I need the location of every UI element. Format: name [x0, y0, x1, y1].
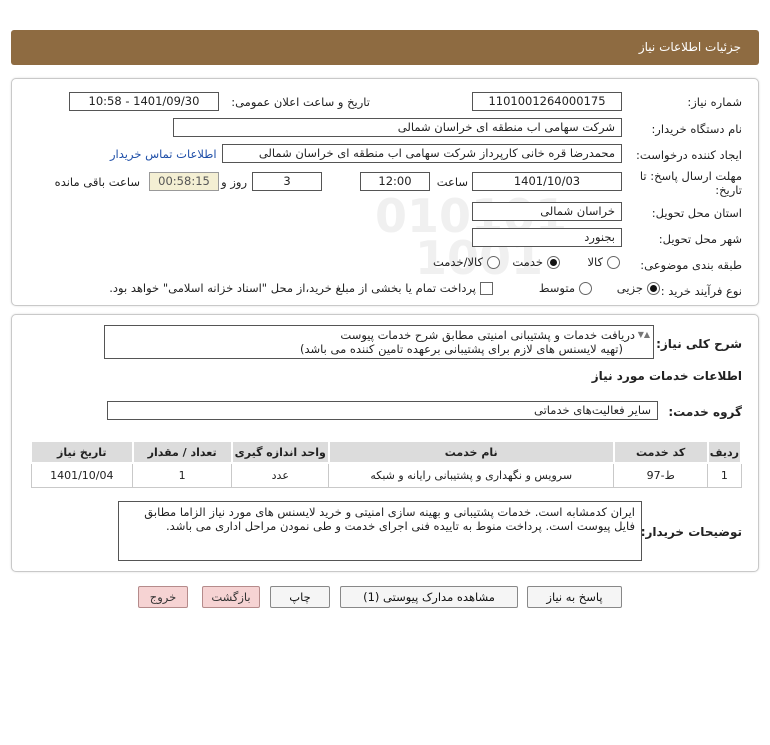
deadline-label-date: تاریخ: [715, 183, 742, 197]
buyer-contact-link[interactable]: اطلاعات تماس خریدار [110, 147, 217, 161]
category-service-radio[interactable] [547, 255, 560, 269]
province-label: استان محل تحویل: [651, 206, 742, 220]
deadline-date-field: 1401/10/03 [472, 172, 622, 191]
cell-date: 1401/10/04 [30, 462, 134, 488]
process-minor-label: جزیی [616, 281, 643, 295]
table-header-row: ردیف کد خدمت نام خدمت واحد اندازه گیری ت… [30, 440, 743, 464]
category-label: طبقه بندی موضوعی: [640, 258, 742, 272]
process-medium-radio[interactable] [579, 281, 592, 295]
category-goods-service-label: کالا/خدمت [432, 255, 483, 269]
remaining-days-label: روز و [221, 175, 247, 189]
cell-qty: 1 [132, 462, 233, 488]
summary-textarea[interactable]: دریافت خدمات و پشتیبانی امنیتی مطابق شرح… [104, 325, 654, 359]
services-table-wrap: ردیف کد خدمت نام خدمت واحد اندازه گیری ت… [30, 440, 743, 488]
page-header: جزئیات اطلاعات نیاز [11, 30, 759, 65]
page-title: جزئیات اطلاعات نیاز [638, 40, 741, 54]
category-goods-service-radio[interactable] [487, 255, 500, 269]
reply-button[interactable]: پاسخ به نیاز [527, 586, 622, 608]
requester-field: محمدرضا قره خانی کارپرداز شرکت سهامی اب … [222, 144, 622, 163]
buyer-org-label: نام دستگاه خریدار: [651, 122, 742, 136]
services-heading: اطلاعات خدمات مورد نیاز [591, 369, 742, 383]
need-number-label: شماره نیاز: [687, 95, 742, 109]
category-option-goods-service[interactable]: کالا/خدمت [433, 255, 500, 269]
category-service-label: خدمت [512, 255, 543, 269]
category-goods-label: کالا [587, 255, 603, 269]
deadline-time-label: ساعت [436, 175, 468, 189]
exit-button[interactable]: خروج [138, 586, 188, 608]
category-option-goods[interactable]: کالا [587, 255, 620, 269]
col-name-header: نام خدمت [327, 440, 615, 464]
col-unit-header: واحد اندازه گیری [230, 440, 330, 464]
buyer-notes-label: توضیحات خریدار: [640, 525, 742, 539]
cell-unit: عدد [231, 462, 330, 488]
payment-treasury-note: پرداخت تمام یا بخشی از مبلغ خرید،از محل … [109, 281, 476, 295]
payment-treasury-option[interactable]: پرداخت تمام یا بخشی از مبلغ خرید،از محل … [109, 281, 493, 295]
service-group-label: گروه خدمت: [668, 405, 742, 419]
process-option-minor[interactable]: جزیی [617, 281, 660, 295]
announce-field: 1401/09/30 - 10:58 [69, 92, 219, 111]
requester-label: ایجاد کننده درخواست: [636, 148, 742, 162]
province-field: خراسان شمالی [472, 202, 622, 221]
cell-name: سرویس و نگهداری و پشتیبانی رایانه و شبکه [328, 462, 615, 488]
summary-line-2: (تهیه لایسنس های لازم برای پشتیبانی برعه… [300, 342, 623, 356]
col-code-header: کد خدمت [612, 440, 709, 464]
process-option-medium[interactable]: متوسط [539, 281, 592, 295]
summary-line-1: دریافت خدمات و پشتیبانی امنیتی مطابق شرح… [340, 328, 635, 342]
print-button[interactable]: چاپ [270, 586, 330, 608]
attachments-button[interactable]: مشاهده مدارک پیوستی (1) [340, 586, 518, 608]
need-number-field: 1101001264000175 [472, 92, 622, 111]
process-medium-label: متوسط [538, 281, 575, 295]
city-label: شهر محل تحویل: [658, 232, 742, 246]
payment-treasury-checkbox[interactable] [480, 281, 493, 295]
buyer-org-field: شرکت سهامی اب منطقه ای خراسان شمالی [173, 118, 622, 137]
summary-label: شرح کلی نیاز: [656, 337, 742, 351]
col-qty-header: تعداد / مقدار [131, 440, 233, 464]
col-row-header: ردیف [706, 440, 743, 464]
cell-code: ط-97 [613, 462, 709, 488]
process-label: نوع فرآیند خرید : [660, 284, 742, 298]
services-table: ردیف کد خدمت نام خدمت واحد اندازه گیری ت… [30, 440, 743, 488]
remaining-time-label: ساعت باقی مانده [54, 175, 140, 189]
process-minor-radio[interactable] [647, 281, 660, 295]
category-goods-radio[interactable] [607, 255, 620, 269]
remaining-time-field: 00:58:15 [149, 172, 219, 191]
resize-handle-icon[interactable]: ▲▼ [638, 328, 650, 342]
deadline-time-field: 12:00 [360, 172, 430, 191]
buyer-notes-box: ایران کدمشابه است. خدمات پشتیبانی و بهین… [118, 501, 642, 561]
table-row: 1 ط-97 سرویس و نگهداری و پشتیبانی رایانه… [30, 462, 742, 488]
remaining-days-field: 3 [252, 172, 322, 191]
announce-label: تاریخ و ساعت اعلان عمومی: [231, 95, 370, 109]
city-field: بجنورد [472, 228, 622, 247]
back-button[interactable]: بازگشت [202, 586, 260, 608]
col-date-header: تاریخ نیاز [30, 440, 134, 464]
cell-row: 1 [707, 462, 742, 488]
deadline-label: مهلت ارسال پاسخ: تا [639, 169, 742, 183]
category-option-service[interactable]: خدمت [512, 255, 560, 269]
service-group-field: سایر فعالیت‌های خدماتی [107, 401, 658, 420]
